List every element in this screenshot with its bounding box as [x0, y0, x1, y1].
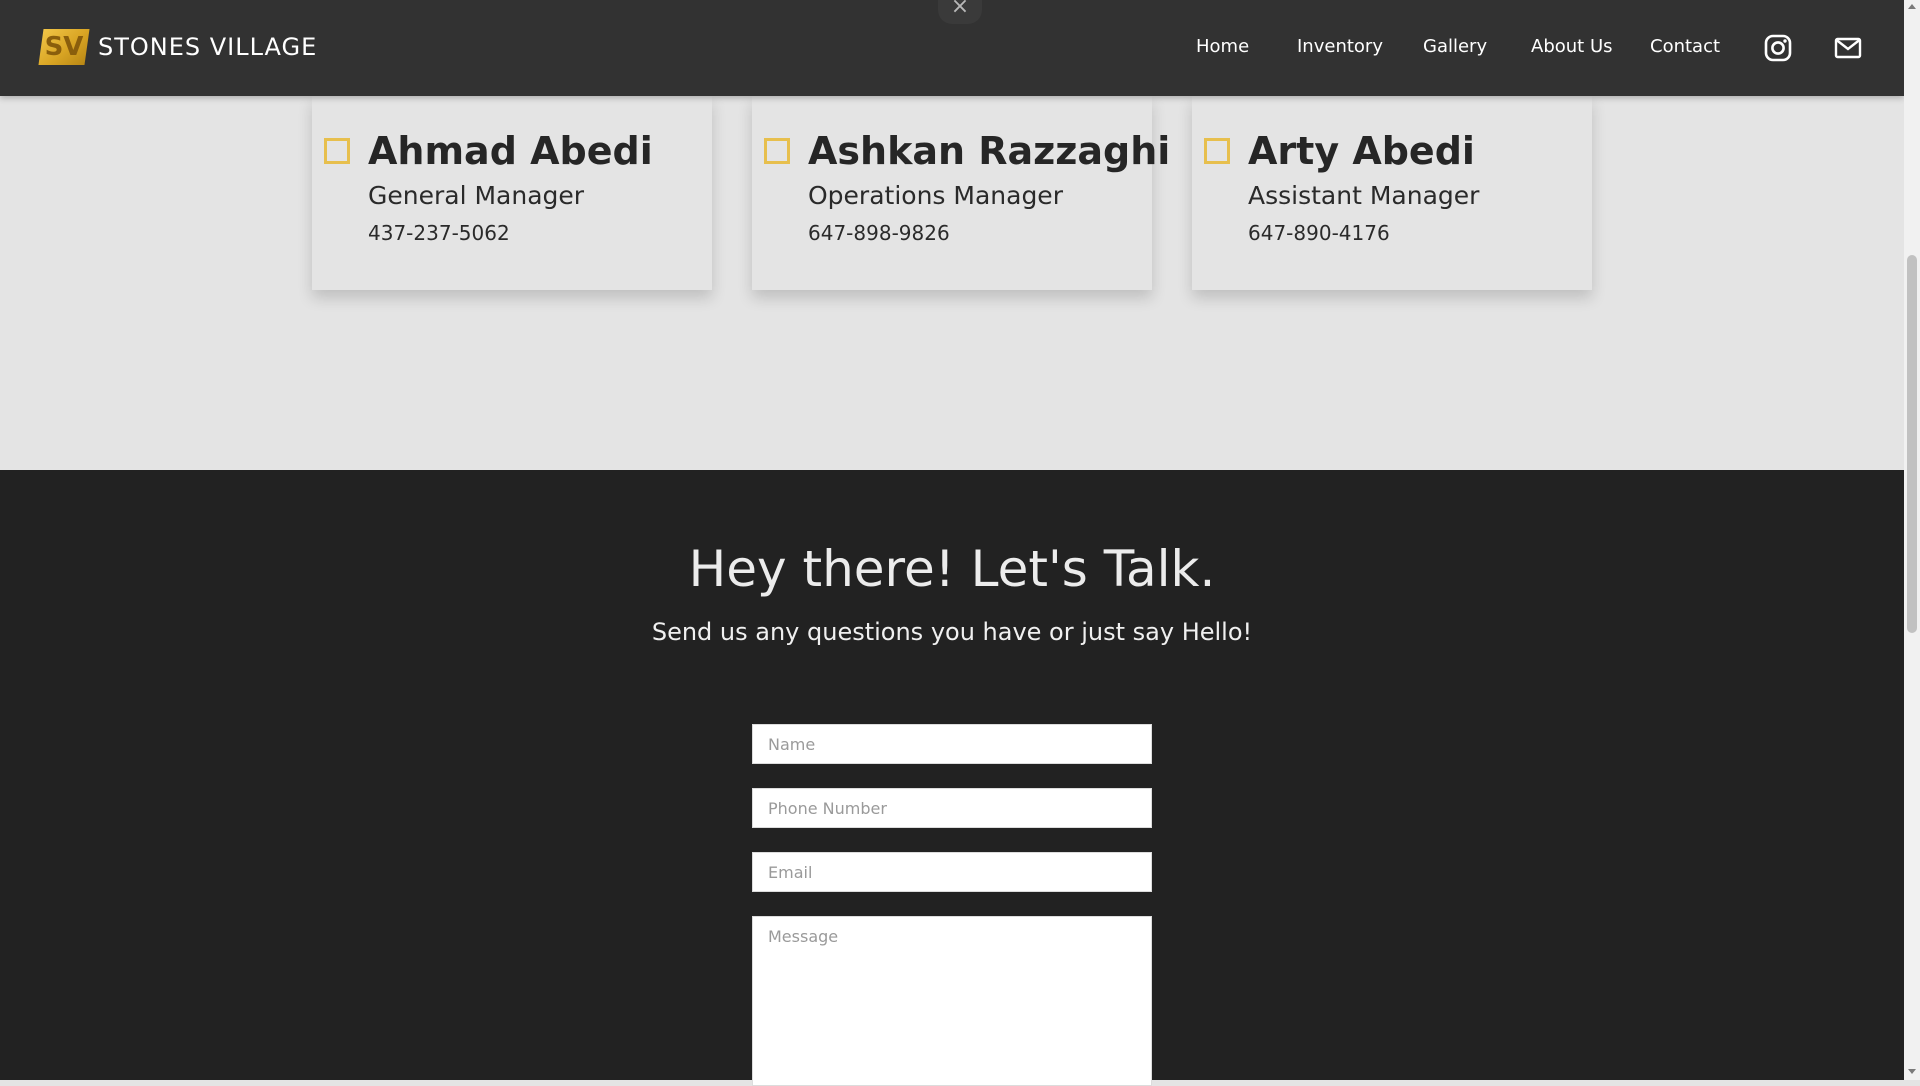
page-scrollbar[interactable] — [1904, 0, 1920, 1080]
instagram-icon[interactable] — [1763, 33, 1793, 63]
member-phone[interactable]: 647-890-4176 — [1248, 220, 1390, 246]
nav-gallery[interactable]: Gallery — [1423, 36, 1487, 58]
site-header: × SV STONES VILLAGE Home Inventory Galle… — [0, 0, 1904, 96]
name-field[interactable] — [752, 724, 1152, 764]
logo-text[interactable]: STONES VILLAGE — [98, 32, 317, 62]
nav-contact[interactable]: Contact — [1650, 36, 1720, 58]
nav-about-us[interactable]: About Us — [1531, 36, 1613, 58]
close-icon[interactable]: × — [938, 0, 982, 24]
member-name: Arty Abedi — [1248, 129, 1475, 173]
team-card: Ahmad Abedi General Manager 437-237-5062 — [312, 96, 712, 290]
contact-title: Hey there! Let's Talk. — [688, 540, 1216, 598]
nav-inventory[interactable]: Inventory — [1297, 36, 1383, 58]
card-accent-square — [1204, 138, 1230, 164]
member-name: Ashkan Razzaghi — [808, 129, 1171, 173]
contact-section: Hey there! Let's Talk. Send us any quest… — [0, 470, 1904, 1086]
team-card: Arty Abedi Assistant Manager 647-890-417… — [1192, 96, 1592, 290]
scroll-thumb[interactable] — [1907, 255, 1917, 633]
scroll-up-arrow-icon[interactable] — [1908, 4, 1916, 9]
contact-subtitle: Send us any questions you have or just s… — [651, 618, 1253, 646]
logo-icon[interactable]: SV — [38, 29, 90, 65]
email-field[interactable] — [752, 852, 1152, 892]
member-role: Assistant Manager — [1248, 181, 1480, 210]
card-accent-square — [324, 138, 350, 164]
member-phone[interactable]: 437-237-5062 — [368, 220, 510, 246]
member-role: General Manager — [368, 181, 585, 210]
member-name: Ahmad Abedi — [368, 129, 653, 173]
card-accent-square — [764, 138, 790, 164]
mail-icon[interactable] — [1833, 33, 1863, 63]
logo-mark-text: SV — [44, 32, 84, 62]
team-card: Ashkan Razzaghi Operations Manager 647-8… — [752, 96, 1170, 290]
member-phone[interactable]: 647-898-9826 — [808, 220, 950, 246]
nav-home[interactable]: Home — [1196, 36, 1249, 58]
message-field[interactable] — [752, 916, 1152, 1086]
member-role: Operations Manager — [808, 181, 1063, 210]
phone-field[interactable] — [752, 788, 1152, 828]
scroll-down-arrow-icon[interactable] — [1908, 1069, 1916, 1074]
